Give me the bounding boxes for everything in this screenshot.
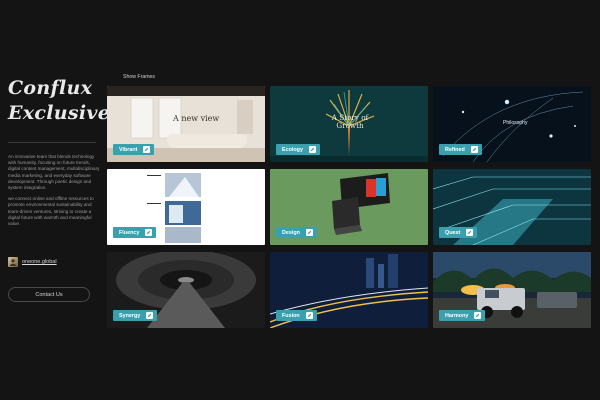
brand-title-line-1: Conflux <box>8 77 93 99</box>
frame-badge[interactable]: Synergy <box>113 310 158 321</box>
show-frames-label: Show Frames <box>123 74 155 80</box>
edit-icon <box>143 146 151 153</box>
frame-badge-label: Vibrant <box>119 146 138 153</box>
frame-card-quest[interactable]: Quest <box>433 169 591 245</box>
frames-grid: A new view Vibrant A Story of Growth Eco… <box>107 86 591 328</box>
brand-title-line-2: Exclusive <box>8 102 111 124</box>
frame-badge[interactable]: Refined <box>439 144 482 155</box>
frame-card-fluency[interactable]: Fluency <box>107 169 265 245</box>
edit-icon <box>146 312 154 319</box>
description-paragraph: An innovative team that blends technolog… <box>8 154 100 191</box>
frame-badge-label: Synergy <box>119 312 141 319</box>
frame-badge-label: Quest <box>445 229 461 236</box>
brand-title: Conflux Exclusive <box>8 76 110 126</box>
description-paragraph: we connect online and offline resources … <box>8 196 94 227</box>
card-overlay-text: Philosophy <box>503 120 528 126</box>
sidebar: Conflux Exclusive An innovative team tha… <box>0 0 110 400</box>
frame-card-vibrant[interactable]: A new view Vibrant <box>107 86 265 162</box>
frame-card-design[interactable]: Design <box>270 169 428 245</box>
account-link[interactable]: oneone.global <box>8 257 57 267</box>
description: An innovative team that blends technolog… <box>8 154 102 232</box>
frame-card-refined[interactable]: Philosophy Refined <box>433 86 591 162</box>
frame-badge[interactable]: Design <box>276 227 317 238</box>
frame-badge[interactable]: Quest <box>439 227 478 238</box>
edit-icon <box>466 229 474 236</box>
frame-badge[interactable]: Harmony <box>439 310 486 321</box>
frame-badge-label: Fluency <box>119 229 140 236</box>
frame-badge-label: Ecology <box>282 146 303 153</box>
edit-icon <box>145 229 153 236</box>
frame-badge-label: Harmony <box>445 312 469 319</box>
frame-badge[interactable]: Fusion <box>276 310 317 321</box>
frame-badge[interactable]: Vibrant <box>113 144 155 155</box>
frame-card-synergy[interactable]: Synergy <box>107 252 265 328</box>
user-icon <box>10 259 16 266</box>
account-name[interactable]: oneone.global <box>22 259 57 265</box>
contact-us-button[interactable]: Contact Us <box>8 287 90 302</box>
frame-card-ecology[interactable]: A Story of Growth Ecology <box>270 86 428 162</box>
edit-icon <box>305 229 313 236</box>
edit-icon <box>305 312 313 319</box>
card-overlay-text: A Story of Growth <box>331 113 369 131</box>
frame-badge-label: Fusion <box>282 312 300 319</box>
frame-badge-label: Design <box>282 229 300 236</box>
card-overlay-text: A new view <box>173 114 220 123</box>
frame-badge[interactable]: Fluency <box>113 227 157 238</box>
edit-icon <box>470 146 478 153</box>
frame-card-fusion[interactable]: Fusion <box>270 252 428 328</box>
divider <box>8 142 96 143</box>
frame-badge[interactable]: Ecology <box>276 144 320 155</box>
frame-badge-label: Refined <box>445 146 465 153</box>
edit-icon <box>474 312 482 319</box>
edit-icon <box>308 146 316 153</box>
frame-card-harmony[interactable]: Harmony <box>433 252 591 328</box>
avatar <box>8 257 18 267</box>
